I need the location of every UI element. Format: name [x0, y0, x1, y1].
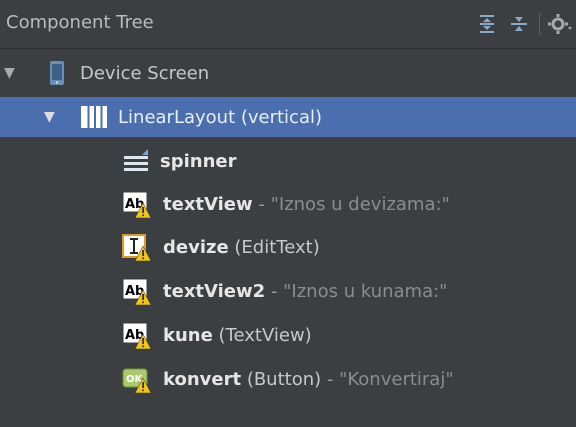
component-id: spinner — [160, 150, 237, 172]
separator-dash: - — [321, 368, 340, 390]
textview-icon: Ab — [122, 191, 152, 219]
component-type: (Button) — [241, 368, 322, 390]
device-icon — [44, 60, 70, 86]
tree-item-label: LinearLayout (vertical) — [118, 106, 323, 128]
header-toolbar — [475, 12, 572, 36]
linear-layout-icon — [80, 104, 107, 130]
toolbar-separator — [539, 13, 540, 35]
textview-icon: Ab — [122, 322, 152, 350]
expand-arrow-icon[interactable]: ▼ — [4, 65, 15, 81]
tree-item-linear-layout[interactable]: ▼ LinearLayout (vertical) — [0, 97, 576, 137]
collapse-all-icon[interactable] — [507, 12, 531, 36]
component-text: "Iznos u devizama:" — [270, 193, 450, 215]
spinner-icon — [122, 148, 148, 174]
panel-header: Component Tree — [0, 0, 576, 49]
component-id: textView2 — [163, 280, 266, 302]
component-text: "Konvertiraj" — [339, 368, 454, 390]
textview-icon: Ab — [122, 278, 152, 306]
tree-item-textview[interactable]: Ab textView - "Iznos u devizama:" — [0, 184, 576, 224]
separator-dash: - — [252, 193, 271, 215]
component-text: "Iznos u kunama:" — [283, 280, 448, 302]
tree-item-devize[interactable]: devize (EditText) — [0, 227, 576, 267]
tree-item-spinner[interactable]: spinner — [0, 141, 576, 181]
tree-item-device-screen[interactable]: ▼ Device Screen — [0, 53, 576, 93]
button-icon: OK — [122, 366, 152, 394]
expand-all-icon[interactable] — [475, 12, 499, 36]
component-type: (EditText) — [228, 236, 320, 258]
expand-arrow-icon[interactable]: ▼ — [44, 109, 55, 125]
gear-icon[interactable] — [548, 12, 572, 36]
tree-item-konvert[interactable]: OK konvert (Button) - "Konvertiraj" — [0, 359, 576, 399]
component-id: konvert — [163, 368, 242, 390]
tree-item-textview2[interactable]: Ab textView2 - "Iznos u kunama:" — [0, 271, 576, 311]
edittext-icon — [122, 234, 152, 262]
panel-title: Component Tree — [6, 12, 154, 33]
component-id: textView — [163, 193, 253, 215]
component-type: (TextView) — [212, 324, 312, 346]
tree-item-label: Device Screen — [80, 62, 210, 84]
component-tree-panel: Component Tree ▼ Device Screen ▼ LinearL… — [0, 0, 576, 427]
tree-item-kune[interactable]: Ab kune (TextView) — [0, 315, 576, 355]
component-id: kune — [163, 324, 213, 346]
separator-dash: - — [265, 280, 284, 302]
component-id: devize — [163, 236, 229, 258]
